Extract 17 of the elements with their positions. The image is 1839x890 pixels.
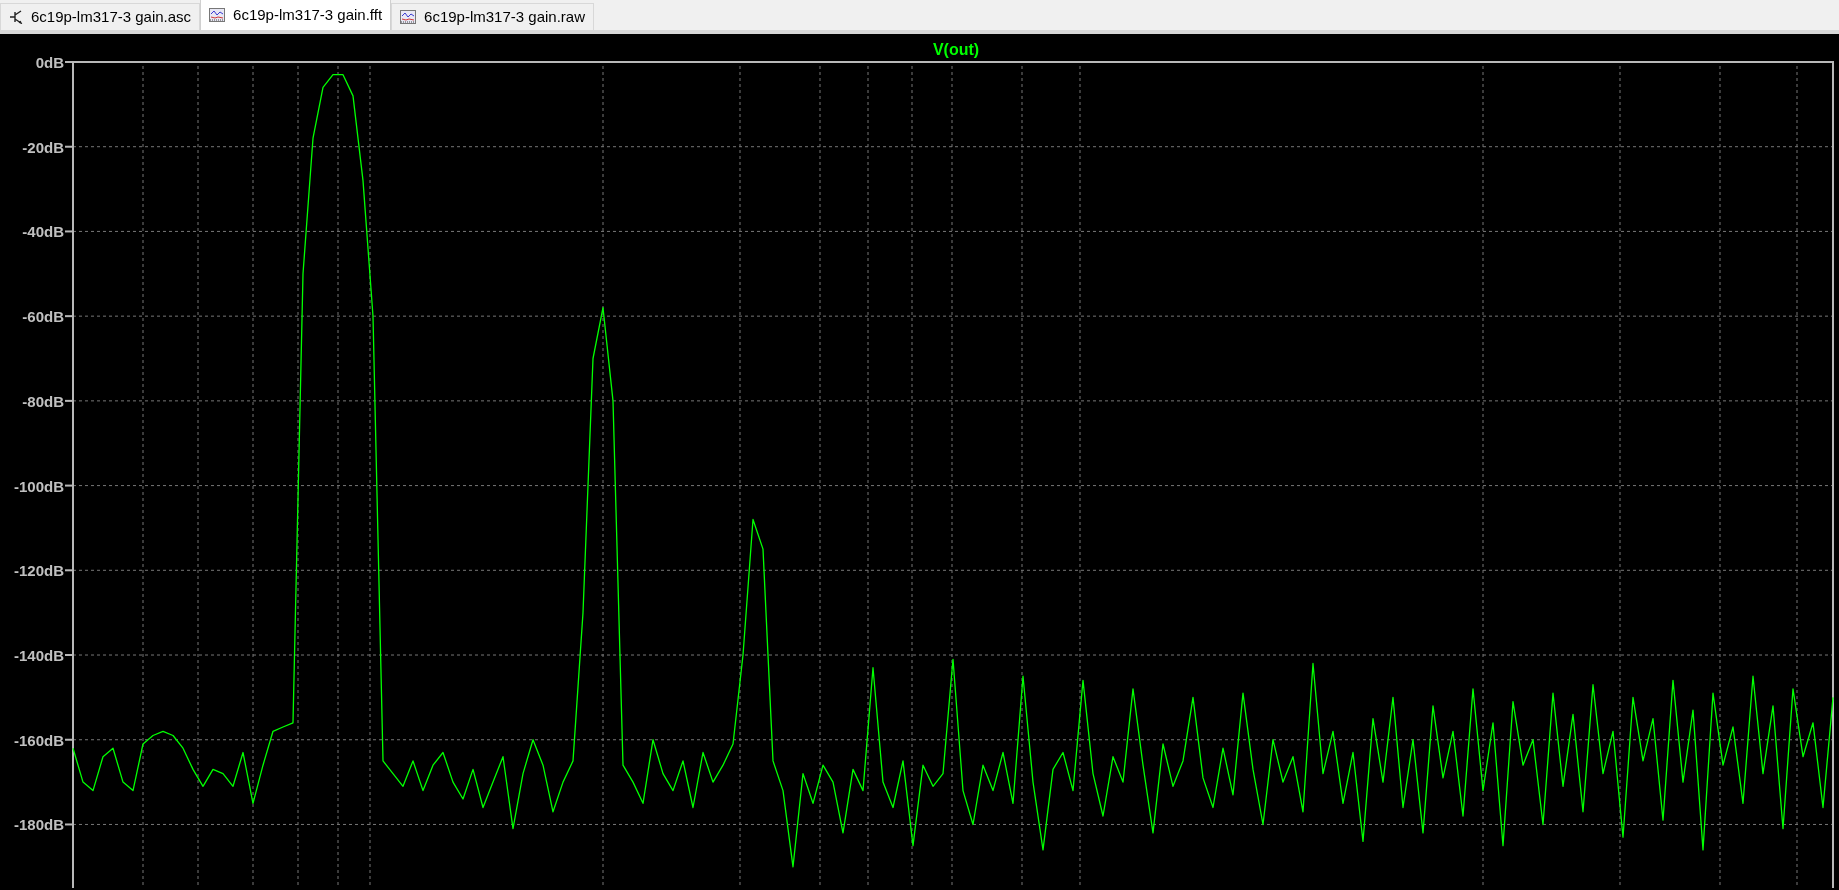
trace-label: V(out) bbox=[932, 41, 980, 58]
document-tab[interactable]: 6c19p-lm317-3 gain.raw bbox=[391, 3, 594, 30]
plot-window-icon bbox=[400, 10, 417, 24]
y-axis-label: -20dB bbox=[22, 138, 64, 156]
y-axis-label: -60dB bbox=[22, 308, 64, 326]
y-axis-label: -120dB bbox=[13, 562, 64, 580]
y-axis-label: -180dB bbox=[13, 816, 64, 834]
y-axis-label: -100dB bbox=[13, 477, 64, 495]
y-axis-label: -40dB bbox=[22, 223, 64, 241]
y-axis-label: -160dB bbox=[13, 731, 64, 749]
y-axis-label: -80dB bbox=[22, 392, 64, 410]
y-axis-label: 0dB bbox=[35, 54, 64, 71]
y-axis-label: -140dB bbox=[13, 647, 64, 665]
plot-window-icon bbox=[209, 8, 226, 22]
schematic-symbol-icon bbox=[9, 10, 23, 24]
document-tab[interactable]: 6c19p-lm317-3 gain.fft bbox=[200, 0, 392, 30]
document-tab[interactable]: 6c19p-lm317-3 gain.asc bbox=[0, 3, 201, 30]
